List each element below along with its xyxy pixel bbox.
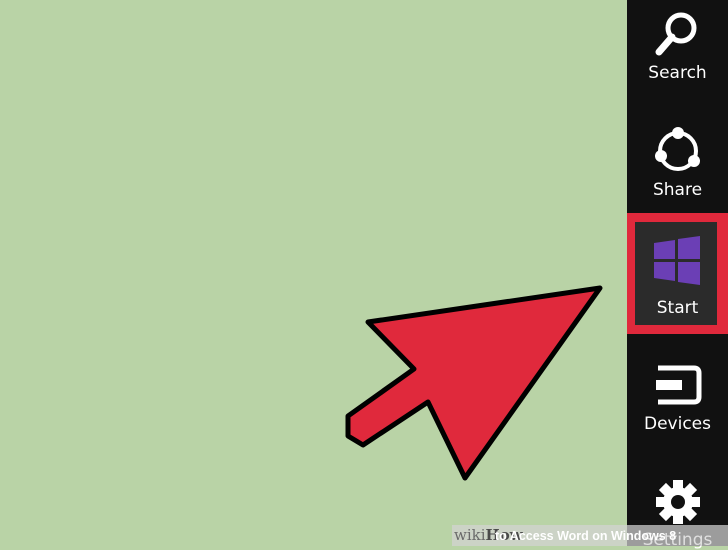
devices-icon bbox=[627, 360, 728, 420]
red-pointer-arrow bbox=[345, 285, 603, 481]
start-charm-label: Start bbox=[656, 298, 699, 318]
share-icon bbox=[627, 123, 728, 183]
search-icon bbox=[627, 6, 728, 66]
watermark-title: to Access Word on Windows 8 bbox=[495, 529, 677, 543]
share-charm-label: Share bbox=[652, 180, 703, 200]
search-charm-label: Search bbox=[648, 63, 707, 83]
devices-charm-label: Devices bbox=[644, 414, 711, 434]
devices-charm[interactable]: Devices bbox=[627, 350, 728, 467]
arrow-shape bbox=[345, 285, 603, 481]
search-charm[interactable]: Search bbox=[627, 0, 728, 117]
windows-logo-icon bbox=[627, 231, 728, 291]
start-charm[interactable]: Start bbox=[627, 213, 728, 334]
charms-bar: Search Share Start Devices bbox=[627, 0, 728, 550]
